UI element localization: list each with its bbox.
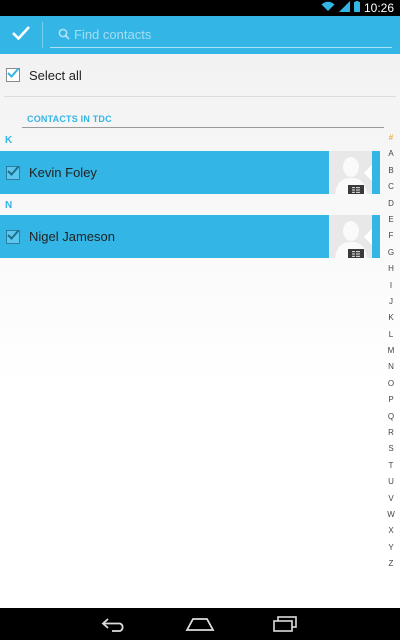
status-icons: 10:26 bbox=[321, 0, 394, 16]
action-divider bbox=[42, 22, 43, 48]
letter-header: K bbox=[5, 135, 13, 146]
index-letter[interactable]: F bbox=[389, 228, 394, 244]
wifi-icon bbox=[321, 0, 335, 17]
index-letter[interactable]: I bbox=[390, 278, 392, 294]
index-letter[interactable]: Z bbox=[389, 556, 394, 572]
index-letter[interactable]: K bbox=[388, 310, 393, 326]
index-letter[interactable]: V bbox=[388, 491, 393, 507]
index-letter[interactable]: O bbox=[388, 376, 394, 392]
avatar-notch bbox=[364, 229, 372, 245]
index-letter[interactable]: H bbox=[388, 261, 394, 277]
index-letter[interactable]: B bbox=[388, 163, 393, 179]
battery-icon bbox=[353, 0, 360, 17]
alphabet-index[interactable]: # A B C D E F G H I J K L M N O P Q R S … bbox=[384, 130, 398, 573]
search-input[interactable] bbox=[74, 26, 354, 42]
index-letter[interactable]: E bbox=[388, 212, 393, 228]
contact-avatar-icon bbox=[329, 215, 372, 258]
signal-icon bbox=[338, 0, 350, 17]
index-letter[interactable]: # bbox=[389, 130, 393, 146]
contact-name: Kevin Foley bbox=[29, 165, 97, 180]
index-letter[interactable]: X bbox=[388, 523, 393, 539]
contact-row[interactable]: Nigel Jameson bbox=[0, 215, 380, 258]
index-letter[interactable]: R bbox=[388, 425, 394, 441]
search-box[interactable] bbox=[50, 21, 392, 48]
contact-checkbox[interactable] bbox=[6, 229, 20, 244]
status-bar: 10:26 bbox=[0, 0, 400, 16]
contact-checkbox[interactable] bbox=[6, 165, 20, 180]
index-letter[interactable]: T bbox=[389, 458, 394, 474]
checkmark-icon bbox=[7, 67, 20, 78]
done-button[interactable] bbox=[0, 16, 42, 54]
index-letter[interactable]: D bbox=[388, 196, 394, 212]
index-letter[interactable]: L bbox=[389, 327, 393, 343]
contact-card-badge bbox=[348, 249, 364, 258]
recents-icon bbox=[272, 616, 298, 637]
contact-picker-content: Select all CONTACTS IN TDC K Kevin Foley bbox=[0, 54, 400, 608]
action-bar bbox=[0, 16, 400, 54]
index-letter[interactable]: N bbox=[388, 359, 394, 375]
index-letter[interactable]: Y bbox=[388, 540, 393, 556]
index-letter[interactable]: C bbox=[388, 179, 394, 195]
avatar-notch bbox=[364, 165, 372, 181]
letter-header: N bbox=[5, 200, 13, 211]
checkmark-icon bbox=[7, 165, 20, 176]
recents-button[interactable] bbox=[272, 616, 298, 637]
select-all-checkbox[interactable] bbox=[6, 67, 20, 82]
search-icon bbox=[58, 28, 70, 40]
index-letter[interactable]: P bbox=[388, 392, 393, 408]
back-button[interactable] bbox=[100, 616, 130, 637]
index-letter[interactable]: U bbox=[388, 474, 394, 490]
select-all-row[interactable]: Select all bbox=[4, 54, 396, 97]
section-header: CONTACTS IN TDC bbox=[22, 110, 384, 128]
contact-name: Nigel Jameson bbox=[29, 229, 115, 244]
index-letter[interactable]: Q bbox=[388, 409, 394, 425]
select-all-label: Select all bbox=[29, 67, 82, 83]
home-icon bbox=[185, 616, 215, 637]
contact-avatar-icon bbox=[329, 151, 372, 194]
back-icon bbox=[100, 616, 130, 637]
index-letter[interactable]: M bbox=[388, 343, 395, 359]
index-letter[interactable]: W bbox=[387, 507, 395, 523]
contact-row[interactable]: Kevin Foley bbox=[0, 151, 380, 194]
status-time: 10:26 bbox=[363, 1, 394, 15]
home-button[interactable] bbox=[185, 616, 215, 637]
navigation-bar bbox=[0, 608, 400, 640]
index-letter[interactable]: S bbox=[388, 441, 393, 457]
checkmark-icon bbox=[7, 229, 20, 240]
index-letter[interactable]: A bbox=[388, 146, 393, 162]
contact-card-badge bbox=[348, 185, 364, 194]
index-letter[interactable]: G bbox=[388, 245, 394, 261]
index-letter[interactable]: J bbox=[389, 294, 393, 310]
check-icon bbox=[11, 25, 31, 46]
